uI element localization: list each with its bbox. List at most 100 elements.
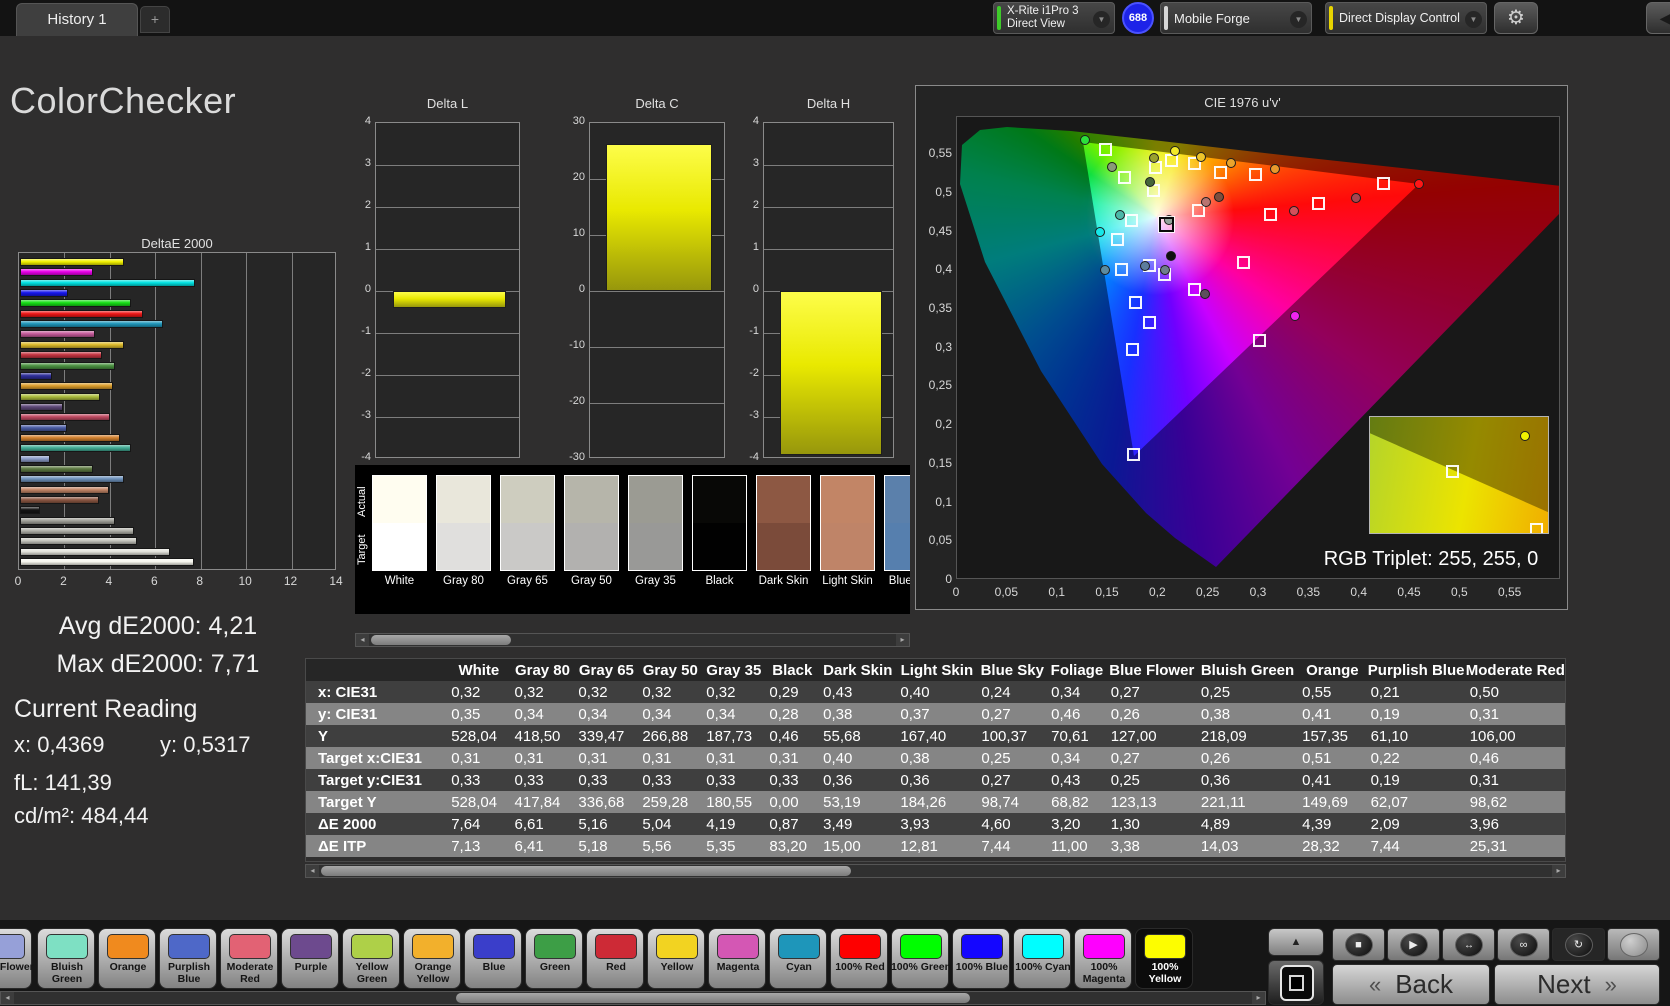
pattern-button-100-green[interactable]: 100% Green [891,928,949,989]
chevron-down-icon[interactable]: ▼ [1465,11,1482,28]
table-cell: 0,28 [765,703,819,725]
swatch-target-color [757,523,810,570]
next-button[interactable]: Next » [1494,964,1660,1005]
display-control-selector[interactable]: Direct Display Control ▼ [1325,2,1487,34]
cie-selected-target-square[interactable] [1159,217,1174,232]
current-fl-value: fL: 141,39 [14,770,112,796]
table-cell: 0,36 [896,769,977,791]
pattern-button-100-cyan[interactable]: 100% Cyan [1013,928,1071,989]
repeat-button[interactable]: ↻ [1552,928,1605,961]
table-scrollbar[interactable]: ◂▸ [305,864,1566,878]
deltae-bar-gray-35 [20,517,115,525]
pattern-button-label: 100% Red [829,961,891,973]
pattern-button-blue-flower[interactable]: Blue Flower [0,928,32,989]
delta-y-tick-label: 4 [335,115,371,127]
pattern-button-blue[interactable]: Blue [464,928,522,989]
pattern-button-100-magenta[interactable]: 100% Magenta [1074,928,1132,989]
scroll-right-arrow-icon[interactable]: ▸ [896,634,909,646]
stop-button[interactable]: ■ [1332,928,1385,961]
step-button[interactable]: ↔ [1442,928,1495,961]
cie-target-square [1143,316,1156,329]
swatch-blue-sky[interactable] [884,475,910,571]
deltae-bar-100-red [20,310,143,318]
loop-button[interactable]: ∞ [1497,928,1550,961]
pattern-button-red[interactable]: Red [586,928,644,989]
table-cell: 0,40 [896,681,977,703]
scrollbar-thumb[interactable] [321,866,851,876]
pattern-button-magenta[interactable]: Magenta [708,928,766,989]
table-cell: 123,13 [1107,791,1197,813]
pattern-color-chip [46,934,88,959]
table-cell: 0,32 [574,681,638,703]
table-cell: 0,24 [977,681,1047,703]
swatch-actual-color [565,476,618,523]
table-cell: 259,28 [638,791,702,813]
table-cell: 0,38 [896,747,977,769]
swatch-light-skin[interactable] [820,475,875,571]
swatch-actual-color [437,476,490,523]
swatch-gray-35[interactable] [628,475,683,571]
table-cell: 0,31 [1466,703,1565,725]
cie-x-tick-label: 0,25 [1188,585,1228,599]
expand-pattern-list-button[interactable]: ▲ [1268,928,1324,956]
scroll-left-arrow-icon[interactable]: ◂ [306,865,319,877]
pattern-button-purple[interactable]: Purple [281,928,339,989]
chevron-down-icon[interactable]: ▼ [1093,11,1110,28]
play-button[interactable]: ▶ [1387,928,1440,961]
swatch-gray-80[interactable] [436,475,491,571]
cie-target-square [1165,154,1178,167]
collapse-panel-button[interactable]: ◀ [1646,2,1670,34]
delta-y-tick-label: 0 [549,283,585,295]
gear-icon[interactable]: ⚙ [1494,2,1538,34]
swatch-white[interactable] [372,475,427,571]
table-cell: 0,46 [1047,703,1107,725]
scroll-right-arrow-icon[interactable]: ▸ [1252,992,1265,1004]
table-cell: 0,34 [574,703,638,725]
delta-gridline [376,165,519,166]
swatch-label: White [364,575,435,587]
pattern-button-green[interactable]: Green [525,928,583,989]
pattern-button-yellow-green[interactable]: Yellow Green [342,928,400,989]
scroll-left-arrow-icon[interactable]: ◂ [1,992,14,1004]
pattern-button-100-yellow[interactable]: 100% Yellow [1135,928,1193,989]
pattern-button-100-blue[interactable]: 100% Blue [952,928,1010,989]
swatch-dark-skin[interactable] [756,475,811,571]
pattern-button-orange[interactable]: Orange [98,928,156,989]
workflow-selector[interactable]: Mobile Forge ▼ [1160,2,1312,34]
add-tab-button[interactable]: + [140,6,170,33]
inactive-button[interactable] [1607,928,1660,961]
swatch-gray-65[interactable] [500,475,555,571]
scroll-left-arrow-icon[interactable]: ◂ [356,634,369,646]
pattern-button-purplish-blue[interactable]: Purplish Blue [159,928,217,989]
pattern-button-bluish-green[interactable]: Bluish Green [37,928,95,989]
table-cell: 0,31 [511,747,575,769]
table-column-header: Orange [1298,659,1366,681]
pattern-list-scrollbar[interactable]: ◂▸ [0,991,1266,1005]
pattern-button-yellow[interactable]: Yellow [647,928,705,989]
swatch-strip-scrollbar[interactable]: ◂▸ [355,633,910,647]
scroll-right-arrow-icon[interactable]: ▸ [1552,865,1565,877]
repeat-icon: ↻ [1565,933,1593,957]
chevron-down-icon[interactable]: ▼ [1290,11,1307,28]
meter-selector[interactable]: X-Rite i1Pro 3 Direct View ▼ [993,2,1115,34]
swatch-gray-50[interactable] [564,475,619,571]
deltae-bar-moderate-red [20,413,110,421]
deltae-bar-orange-yellow [20,382,113,390]
swatch-black[interactable] [692,475,747,571]
pattern-button-moderate-red[interactable]: Moderate Red [220,928,278,989]
scrollbar-thumb[interactable] [456,993,970,1003]
tab-history-1[interactable]: History 1 [16,3,138,36]
swatch-label: Blue Sky [876,575,910,587]
delta-gridline [376,417,519,418]
pattern-button-cyan[interactable]: Cyan [769,928,827,989]
table-cell: 0,33 [765,769,819,791]
table-row: Y528,04418,50339,47266,88187,730,4655,68… [306,725,1565,747]
pattern-window-button[interactable] [1268,960,1324,1005]
scrollbar-thumb[interactable] [371,635,511,645]
back-button[interactable]: « Back [1332,964,1490,1005]
table-cell: 180,55 [702,791,765,813]
pattern-button-orange-yellow[interactable]: Orange Yellow [403,928,461,989]
pattern-button-100-red[interactable]: 100% Red [830,928,888,989]
pattern-button-label: Green [524,961,586,973]
swatch-target-color [885,523,910,570]
